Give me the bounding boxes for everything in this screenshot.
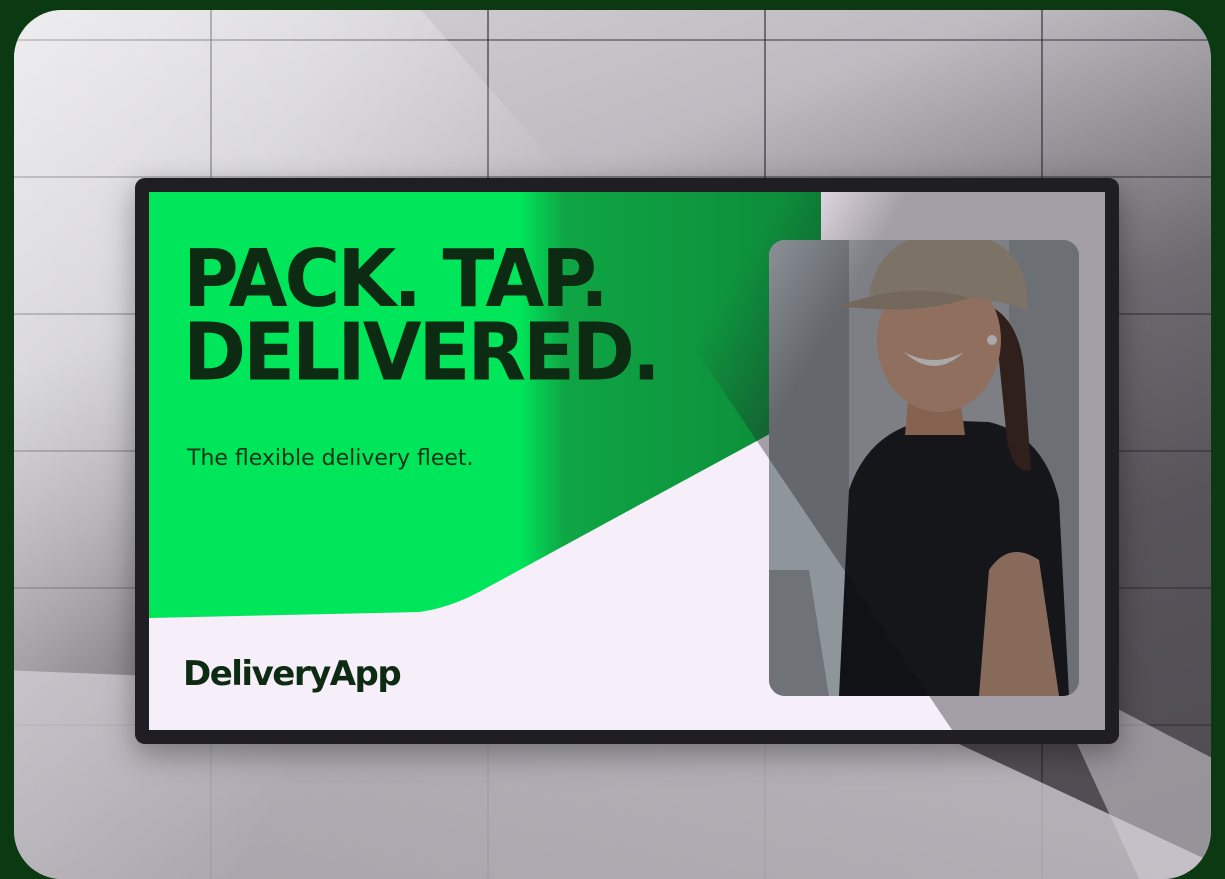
delivery-worker-photo — [769, 240, 1079, 696]
tagline: The flexible delivery fleet. — [187, 446, 474, 471]
billboard: PACK. TAP. DELIVERED. The flexible deliv… — [135, 178, 1119, 744]
person-illustration — [769, 240, 1079, 696]
scene-frame: PACK. TAP. DELIVERED. The flexible deliv… — [14, 10, 1211, 879]
headline: PACK. TAP. DELIVERED. — [183, 231, 661, 399]
billboard-screen: PACK. TAP. DELIVERED. The flexible deliv… — [149, 192, 1105, 730]
brand-logo: DeliveryApp — [183, 654, 402, 694]
